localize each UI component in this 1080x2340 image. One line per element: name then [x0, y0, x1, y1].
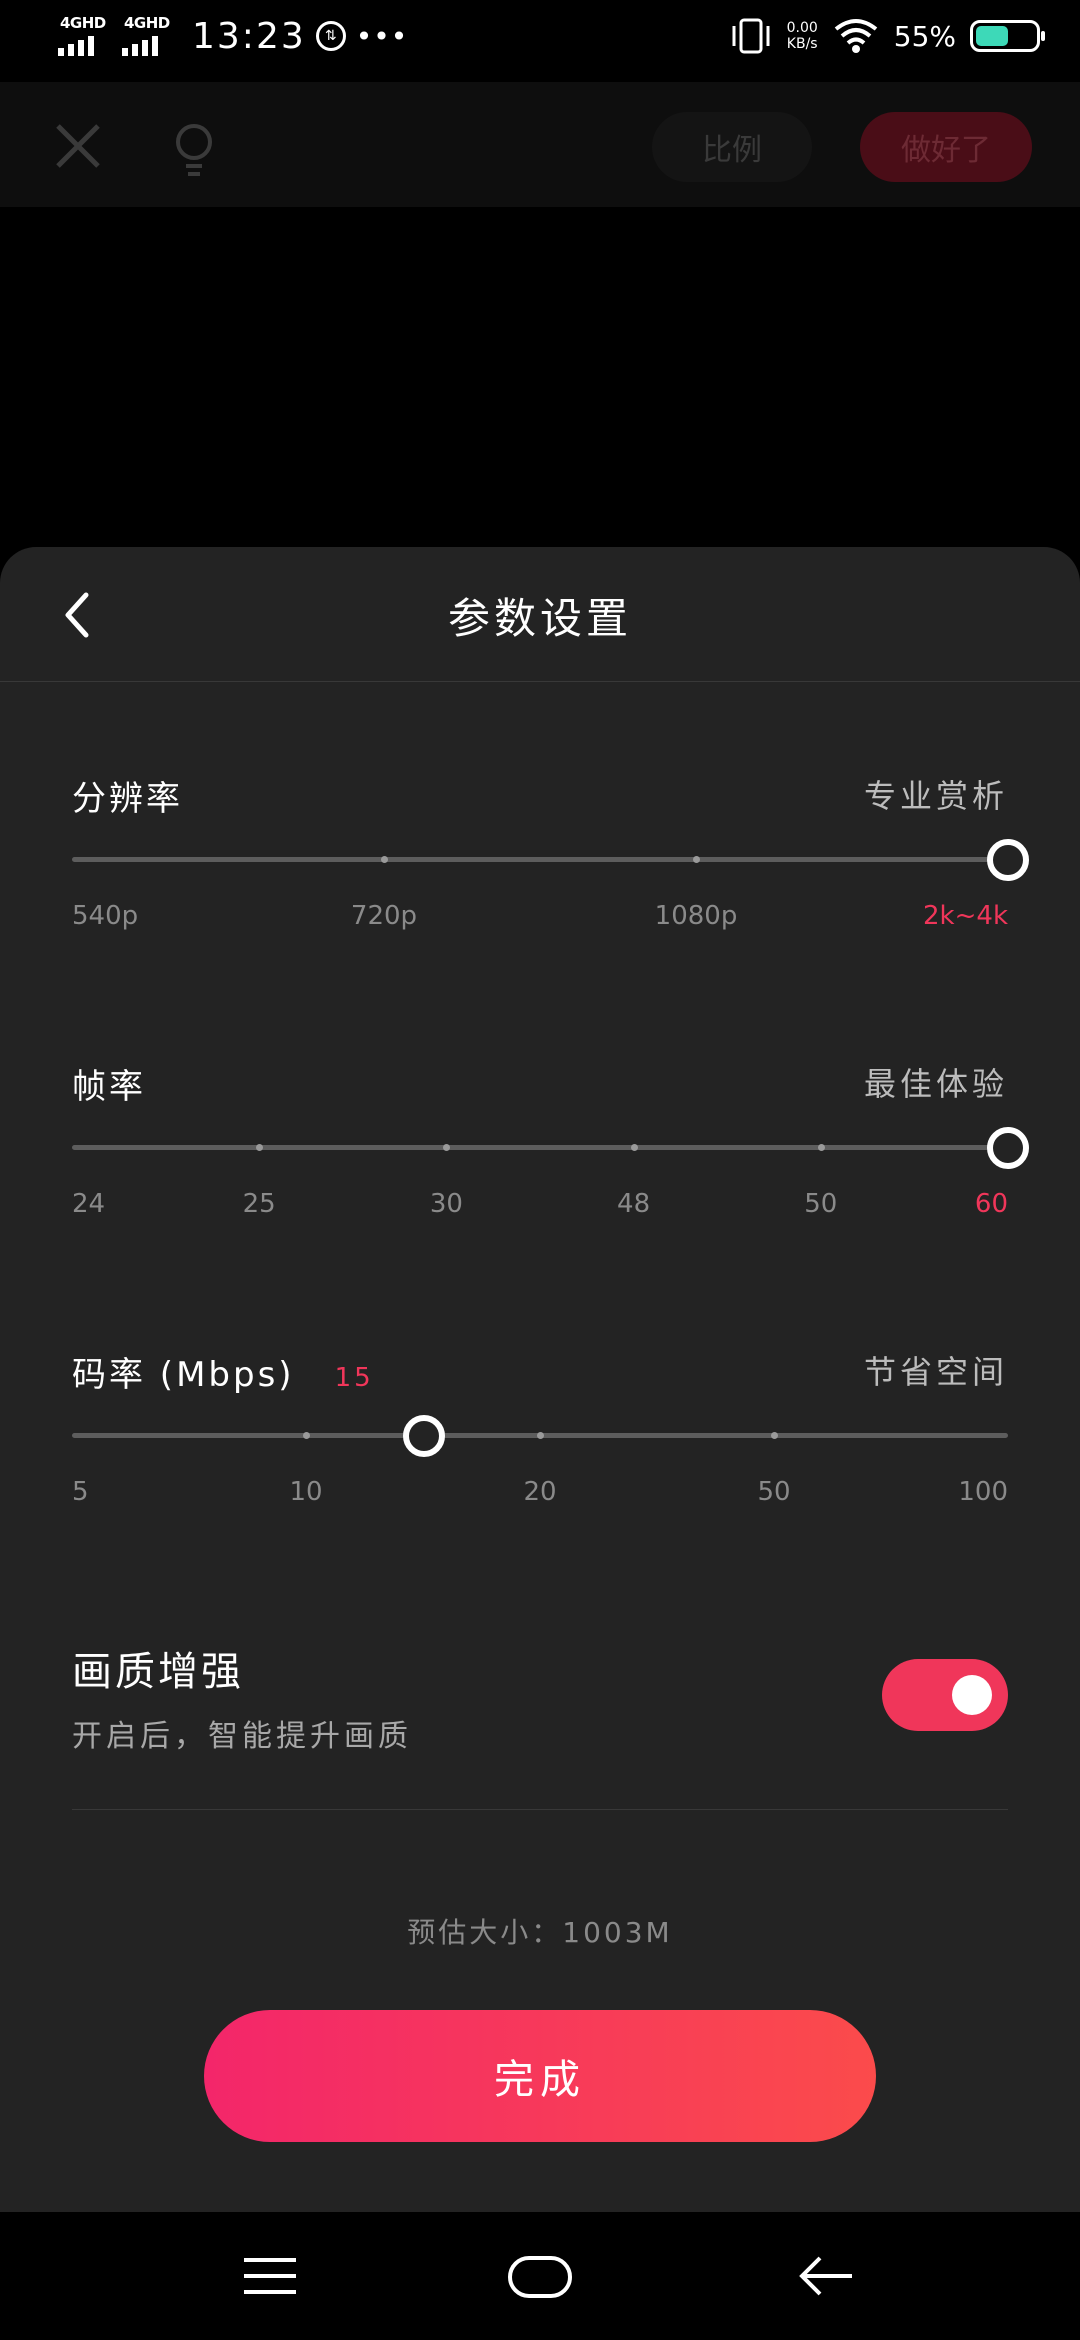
home-icon[interactable]: [506, 2246, 574, 2306]
bitrate-options: 5 10 20 50 100: [72, 1477, 1008, 1517]
resolution-option-label[interactable]: 540p: [72, 901, 138, 931]
editor-toolbar: 比例 做好了: [0, 82, 1080, 207]
net-speed: 0.00 KB/s: [786, 20, 818, 52]
enhance-toggle[interactable]: [882, 1659, 1008, 1731]
sheet-header: 参数设置: [0, 547, 1080, 682]
framerate-option-label[interactable]: 60: [975, 1189, 1008, 1219]
slider-tick: [693, 856, 700, 863]
bitrate-option-label[interactable]: 50: [757, 1477, 790, 1507]
resolution-option-label[interactable]: 2k~4k: [923, 901, 1008, 931]
data-transfer-icon: ⇅: [315, 21, 346, 51]
framerate-options: 24 25 30 48 50 60: [72, 1189, 1008, 1229]
framerate-option-label[interactable]: 30: [430, 1189, 463, 1219]
wifi-icon: [834, 19, 878, 53]
bitrate-desc: 节省空间: [863, 1353, 1008, 1391]
framerate-option-label[interactable]: 48: [617, 1189, 650, 1219]
navigation-bar: [0, 2212, 1080, 2340]
enhance-title: 画质增强: [72, 1649, 244, 1695]
sheet-title: 参数设置: [447, 594, 632, 643]
bitrate-value: 15: [334, 1363, 374, 1393]
lightbulb-icon[interactable]: [170, 122, 218, 178]
slider-track: [72, 1145, 1008, 1150]
bitrate-slider[interactable]: [72, 1405, 1008, 1465]
framerate-setting: 帧率 最佳体验 24 25 30 48 50 60: [72, 1059, 1029, 1229]
resolution-options: 540p 720p 1080p 2k~4k: [72, 901, 1008, 941]
slider-tick: [630, 1144, 638, 1151]
more-notifications-icon: •••: [355, 19, 409, 53]
resolution-slider-knob[interactable]: [987, 839, 1029, 881]
framerate-desc: 最佳体验: [863, 1065, 1008, 1103]
slider-tick: [537, 1432, 544, 1439]
enhance-subtitle: 开启后，智能提升画质: [72, 1719, 412, 1754]
resolution-title: 分辨率: [72, 779, 183, 819]
menu-icon[interactable]: [238, 2246, 302, 2306]
resolution-option-label[interactable]: 1080p: [655, 901, 738, 931]
slider-tick: [303, 1432, 310, 1439]
clock: 13:23: [192, 15, 306, 57]
status-bar: 4GHD 4GHD 13:23 ⇅ ••• 0.00 KB/s 55%: [0, 0, 1080, 80]
bitrate-option-label[interactable]: 100: [958, 1477, 1008, 1507]
framerate-option-label[interactable]: 24: [72, 1189, 105, 1219]
screen: 4GHD 4GHD 13:23 ⇅ ••• 0.00 KB/s 55% 比例 做…: [0, 0, 1080, 2340]
network-type-label: 4GHD: [60, 14, 106, 32]
resolution-setting: 分辨率 专业赏析 540p 720p 1080p 2k~4k: [72, 771, 1029, 941]
signal-icon: 4GHD: [58, 14, 112, 58]
resolution-option-label[interactable]: 720p: [351, 901, 417, 931]
battery-fill: [976, 26, 1008, 46]
back-nav-icon[interactable]: [794, 2246, 858, 2306]
framerate-slider-knob[interactable]: [987, 1127, 1029, 1169]
toggle-knob: [952, 1675, 992, 1715]
toolbar-done-button[interactable]: 做好了: [860, 112, 1032, 182]
slider-track: [72, 857, 1008, 862]
slider-tick: [381, 856, 388, 863]
resolution-desc: 专业赏析: [863, 777, 1008, 815]
network-type-label-2: 4GHD: [124, 14, 170, 32]
bitrate-option-label[interactable]: 10: [289, 1477, 322, 1507]
slider-tick: [771, 1432, 778, 1439]
bitrate-setting: 码率 (Mbps) 15 节省空间 5 10 20 50 100: [72, 1347, 1008, 1517]
resolution-slider[interactable]: [72, 829, 1029, 889]
signal-icon-2: 4GHD: [122, 14, 176, 58]
battery-percent: 55%: [893, 19, 956, 53]
estimated-size: 预估大小：1003M: [407, 1916, 673, 1949]
quality-enhance-setting: 画质增强 开启后，智能提升画质: [72, 1639, 1008, 1810]
framerate-title: 帧率: [72, 1067, 146, 1107]
vibrate-icon: [732, 18, 770, 54]
framerate-option-label[interactable]: 25: [243, 1189, 276, 1219]
bitrate-option-label[interactable]: 20: [523, 1477, 556, 1507]
close-icon[interactable]: [52, 120, 104, 172]
bitrate-option-label[interactable]: 5: [72, 1477, 89, 1507]
bitrate-slider-knob[interactable]: [402, 1415, 445, 1457]
bitrate-title: 码率 (Mbps): [72, 1355, 295, 1395]
slider-tick: [817, 1144, 825, 1151]
framerate-slider[interactable]: [72, 1117, 1029, 1177]
ratio-button[interactable]: 比例: [652, 112, 812, 182]
framerate-option-label[interactable]: 50: [804, 1189, 837, 1219]
settings-sheet: 参数设置 分辨率 专业赏析 540p 720p 1080p 2k~4k 帧率 最佳体验…: [0, 547, 1080, 2212]
battery-icon: [970, 20, 1045, 52]
done-button[interactable]: 完成: [204, 2010, 876, 2142]
